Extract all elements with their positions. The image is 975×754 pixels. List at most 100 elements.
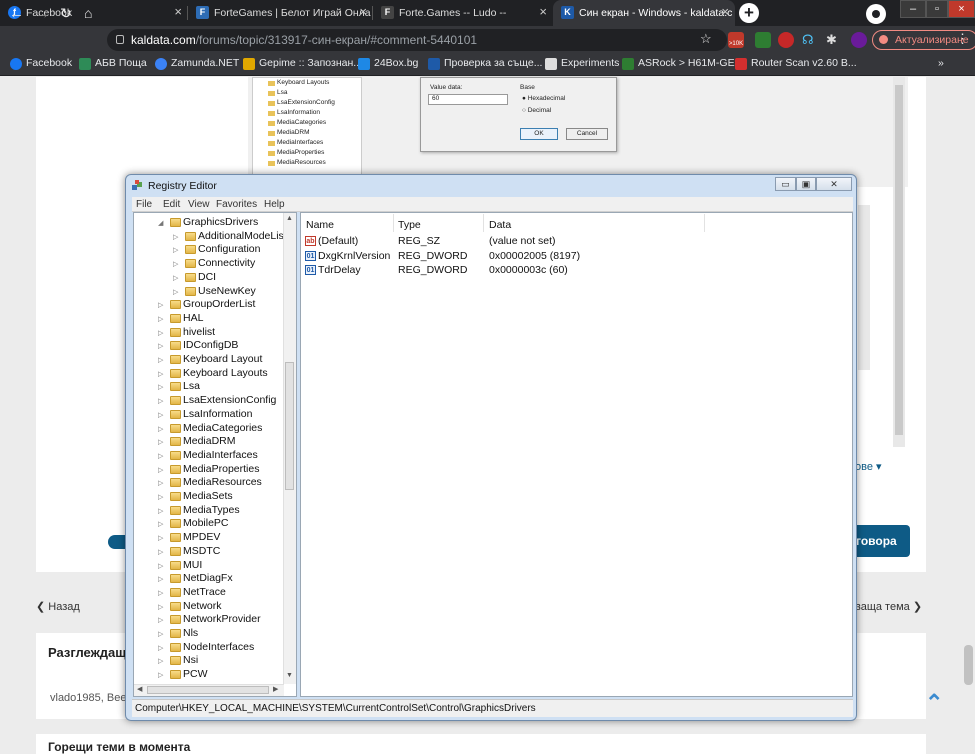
close-tab-icon[interactable]: × bbox=[359, 4, 367, 19]
expand-arrow-icon[interactable]: ▷ bbox=[173, 288, 178, 296]
profile-icon[interactable] bbox=[866, 4, 886, 24]
reload-icon[interactable]: ↻ bbox=[60, 5, 72, 22]
extensions-puzzle-icon[interactable]: ✱ bbox=[826, 32, 842, 48]
expand-arrow-icon[interactable]: ▷ bbox=[158, 479, 163, 487]
tree-node[interactable]: MediaInterfaces bbox=[170, 449, 258, 461]
expand-arrow-icon[interactable]: ▷ bbox=[158, 534, 163, 542]
tree-node[interactable]: AdditionalModeLists bbox=[185, 230, 292, 242]
browsing-users[interactable]: vlado1985, Bee bbox=[50, 692, 126, 704]
next-topic-link[interactable]: ваща тема ❯ bbox=[855, 600, 922, 613]
tree-hscroll-thumb[interactable] bbox=[147, 686, 269, 694]
expand-arrow-icon[interactable]: ▷ bbox=[158, 452, 163, 460]
expand-arrow-icon[interactable]: ▷ bbox=[158, 383, 163, 391]
close-tab-icon[interactable]: × bbox=[721, 4, 729, 19]
tree-node[interactable]: hivelist bbox=[170, 326, 215, 338]
tree-node[interactable]: MSDTC bbox=[170, 545, 220, 557]
extension-house-icon[interactable] bbox=[755, 32, 771, 48]
tree-node[interactable]: GroupOrderList bbox=[170, 298, 255, 310]
bookmark-abv[interactable]: АБВ Поща bbox=[79, 57, 147, 70]
expand-arrow-icon[interactable]: ▷ bbox=[158, 425, 163, 433]
expand-arrow-icon[interactable]: ▷ bbox=[158, 370, 163, 378]
bookmark-facebook[interactable]: Facebook bbox=[10, 57, 72, 70]
expand-arrow-icon[interactable]: ▷ bbox=[173, 260, 178, 268]
expand-arrow-icon[interactable]: ▷ bbox=[173, 246, 178, 254]
tree-node[interactable]: Nls bbox=[170, 627, 198, 639]
tree-node[interactable]: Keyboard Layouts bbox=[170, 367, 268, 379]
expand-arrow-icon[interactable]: ▷ bbox=[158, 575, 163, 583]
back-arrow-icon[interactable]: ← bbox=[9, 5, 24, 22]
tree-node[interactable]: PCW bbox=[170, 668, 208, 680]
url-text[interactable]: kaldata.com/forums/topic/313917-син-екра… bbox=[131, 33, 477, 47]
expand-arrow-icon[interactable]: ▷ bbox=[158, 562, 163, 570]
tree-node[interactable]: MediaTypes bbox=[170, 504, 240, 516]
maximize-button[interactable]: ▫ bbox=[926, 0, 948, 18]
expand-arrow-icon[interactable]: ▷ bbox=[158, 493, 163, 501]
column-data[interactable]: Data bbox=[489, 219, 511, 231]
expand-arrow-icon[interactable]: ▷ bbox=[158, 329, 163, 337]
bookmark-24box[interactable]: 24Box.bg bbox=[358, 57, 418, 70]
expand-arrow-icon[interactable]: ▷ bbox=[158, 356, 163, 364]
menu-edit[interactable]: Edit bbox=[163, 199, 180, 210]
reply-button[interactable]: говора bbox=[850, 525, 910, 557]
page-scroll-thumb[interactable] bbox=[964, 645, 973, 685]
bookmark-asrock[interactable]: ASRock > H61M-GE bbox=[622, 57, 735, 70]
avatar[interactable] bbox=[851, 32, 867, 48]
reg-close-button[interactable]: ✕ bbox=[816, 177, 852, 191]
tree-node[interactable]: NetDiagFx bbox=[170, 572, 233, 584]
expand-arrow-icon[interactable]: ▷ bbox=[158, 644, 163, 652]
close-window-button[interactable]: × bbox=[948, 0, 975, 18]
more-options-link[interactable]: ове ▾ bbox=[855, 460, 882, 473]
column-type[interactable]: Type bbox=[398, 219, 421, 231]
bookmark-router-scan[interactable]: Router Scan v2.60 B... bbox=[735, 57, 857, 70]
expand-arrow-icon[interactable]: ▷ bbox=[158, 548, 163, 556]
reg-minimize-button[interactable]: ▭ bbox=[775, 177, 796, 191]
bookmark-experiments[interactable]: Experiments bbox=[545, 57, 619, 70]
tree-node[interactable]: MUI bbox=[170, 559, 202, 571]
column-name[interactable]: Name bbox=[306, 219, 334, 231]
scroll-up-arrow-icon[interactable]: ▲ bbox=[286, 215, 293, 222]
tree-node[interactable]: LsaInformation bbox=[170, 408, 252, 420]
bookmark-zamunda[interactable]: Zamunda.NET bbox=[155, 57, 239, 70]
tree-node[interactable]: Network bbox=[170, 600, 222, 612]
tree-node[interactable]: MediaDRM bbox=[170, 435, 236, 447]
kebab-menu-icon[interactable]: ⋮ bbox=[956, 31, 969, 47]
bookmark-proverka[interactable]: Проверка за съще... bbox=[428, 57, 542, 70]
menu-favorites[interactable]: Favorites bbox=[216, 199, 257, 210]
previous-topic-link[interactable]: ❮ Назад bbox=[36, 600, 80, 613]
expand-arrow-icon[interactable]: ▷ bbox=[158, 411, 163, 419]
expand-arrow-icon[interactable]: ▷ bbox=[158, 507, 163, 515]
menu-file[interactable]: File bbox=[136, 199, 152, 210]
tree-node[interactable]: MPDEV bbox=[170, 531, 220, 543]
tree-node[interactable]: NodeInterfaces bbox=[170, 641, 254, 653]
tree-node[interactable]: Connectivity bbox=[185, 257, 255, 269]
scroll-left-arrow-icon[interactable]: ◀ bbox=[137, 685, 142, 693]
tab-fortegames-belot[interactable]: F ForteGames | Белот Играй Онла × bbox=[188, 0, 373, 26]
scroll-top-icon[interactable]: ⌃ bbox=[925, 690, 943, 716]
tab-kaldata[interactable]: K Син екран - Windows - kaldata.c × bbox=[553, 0, 735, 26]
collapse-arrow-icon[interactable]: ◢ bbox=[158, 219, 163, 227]
expand-arrow-icon[interactable]: ▷ bbox=[158, 671, 163, 679]
scroll-right-arrow-icon[interactable]: ▶ bbox=[273, 685, 278, 693]
minimize-button[interactable]: – bbox=[900, 0, 926, 18]
tree-node[interactable]: MediaProperties bbox=[170, 463, 259, 475]
expand-arrow-icon[interactable]: ▷ bbox=[173, 233, 178, 241]
expand-arrow-icon[interactable]: ▷ bbox=[158, 342, 163, 350]
tree-node[interactable]: UseNewKey bbox=[185, 285, 256, 297]
expand-arrow-icon[interactable]: ▷ bbox=[158, 603, 163, 611]
tree-node[interactable]: Keyboard Layout bbox=[170, 353, 262, 365]
menu-help[interactable]: Help bbox=[264, 199, 285, 210]
bookmarks-overflow[interactable]: » bbox=[938, 57, 944, 69]
tree-scroll-thumb[interactable] bbox=[285, 362, 294, 490]
tree-node[interactable]: NetworkProvider bbox=[170, 613, 261, 625]
tree-node[interactable]: MobilePC bbox=[170, 517, 229, 529]
tree-node[interactable]: GraphicsDrivers bbox=[170, 216, 258, 228]
tree-node[interactable]: IDConfigDB bbox=[170, 339, 238, 351]
headphones-extension-icon[interactable]: ☊ bbox=[802, 32, 818, 48]
tree-node[interactable]: Nsi bbox=[170, 654, 198, 666]
expand-arrow-icon[interactable]: ▷ bbox=[158, 630, 163, 638]
scroll-down-arrow-icon[interactable]: ▼ bbox=[286, 672, 293, 679]
tree-node[interactable]: LsaExtensionConfig bbox=[170, 394, 276, 406]
expand-arrow-icon[interactable]: ▷ bbox=[158, 466, 163, 474]
expand-arrow-icon[interactable]: ▷ bbox=[158, 301, 163, 309]
tab-fortegames-ludo[interactable]: F Forte.Games -- Ludo -- × bbox=[373, 0, 553, 26]
